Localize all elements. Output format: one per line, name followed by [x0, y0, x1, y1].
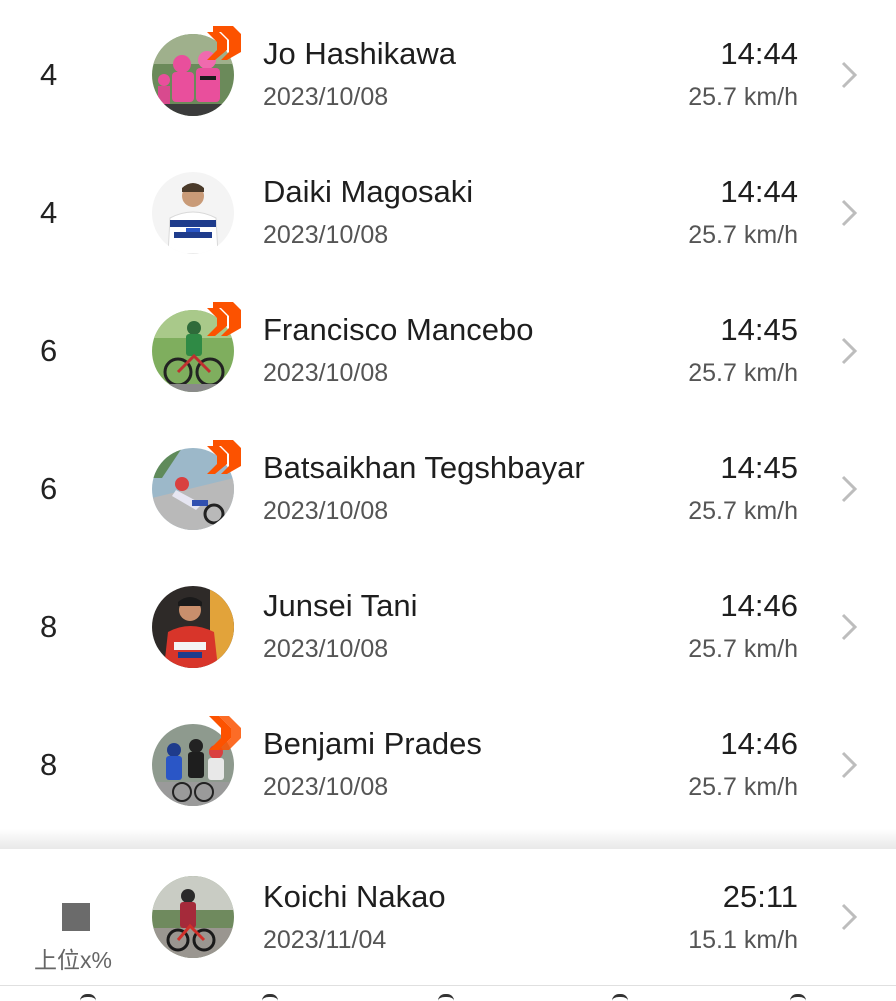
athlete-name: Francisco Mancebo: [263, 312, 534, 347]
effort-time: 14:44: [720, 36, 798, 71]
effort-date: 2023/10/08: [263, 773, 389, 801]
effort-date: 2023/10/08: [263, 221, 389, 249]
effort-date: 2023/10/08: [263, 83, 389, 111]
leaderboard-row[interactable]: 4 Daiki Magosaki 2023/10/08 14:44 25.7 k…: [0, 144, 896, 282]
leaderboard-row[interactable]: 8 Junsei Tani 2023/10/08 14:46 25.7 km/h: [0, 558, 896, 696]
effort-time: 14:45: [720, 312, 798, 347]
athlete-name: Benjami Prades: [263, 726, 482, 761]
effort-speed: 25.7 km/h: [688, 83, 798, 111]
effort-date: 2023/10/08: [263, 497, 389, 525]
chevron-right-icon: [838, 612, 860, 642]
rank-number: 6: [40, 471, 58, 506]
athlete-name: Jo Hashikawa: [263, 36, 456, 71]
bottom-tab-bar: [0, 985, 896, 1000]
athlete-avatar[interactable]: [152, 172, 234, 254]
rank-percentile-label: 上位x%: [34, 947, 112, 973]
effort-time: 14:44: [720, 174, 798, 209]
rank-placeholder-icon: [62, 903, 90, 931]
subscriber-badge-icon: [207, 26, 241, 60]
chevron-right-icon: [838, 902, 860, 932]
leaderboard-row[interactable]: 4 Jo Hashikawa 2023/10/08 14:44 25.7 km/…: [0, 6, 896, 144]
subscriber-badge-icon: [207, 440, 241, 474]
effort-speed: 25.7 km/h: [688, 497, 798, 525]
chevron-right-icon: [838, 60, 860, 90]
leaderboard-row[interactable]: 6 Batsaikhan Tegshbayar 2023/10/08 14:45…: [0, 420, 896, 558]
rank-number: 4: [40, 195, 58, 230]
effort-time: 14:45: [720, 450, 798, 485]
effort-date: 2023/11/04: [263, 926, 387, 954]
chevron-right-icon: [838, 336, 860, 366]
athlete-name: Koichi Nakao: [263, 879, 446, 914]
effort-time: 14:46: [720, 726, 798, 761]
current-user-avatar[interactable]: [152, 876, 234, 958]
rank-number: 4: [40, 57, 58, 92]
leaderboard-row[interactable]: 8 Benjami Prades 2023/10/08 14:46 25.7 k…: [0, 696, 896, 834]
rank-number: 8: [40, 609, 58, 644]
subscriber-badge-double-icon: [207, 716, 241, 750]
effort-time: 25:11: [722, 879, 798, 914]
effort-speed: 15.1 km/h: [688, 926, 798, 954]
chevron-right-icon: [838, 198, 860, 228]
effort-speed: 25.7 km/h: [688, 773, 798, 801]
chevron-right-icon: [838, 474, 860, 504]
effort-time: 14:46: [720, 588, 798, 623]
athlete-name: Junsei Tani: [263, 588, 418, 623]
effort-speed: 25.7 km/h: [688, 359, 798, 387]
chevron-right-icon: [838, 750, 860, 780]
athlete-name: Batsaikhan Tegshbayar: [263, 450, 585, 485]
leaderboard-row[interactable]: 6 Francisco Mancebo 2023/10/08 14:45 25.…: [0, 282, 896, 420]
athlete-name: Daiki Magosaki: [263, 174, 474, 209]
effort-speed: 25.7 km/h: [688, 635, 798, 663]
effort-speed: 25.7 km/h: [688, 221, 798, 249]
rank-number: 6: [40, 333, 58, 368]
effort-date: 2023/10/08: [263, 635, 389, 663]
athlete-avatar[interactable]: [152, 586, 234, 668]
rank-number: 8: [40, 747, 58, 782]
subscriber-badge-icon: [207, 302, 241, 336]
section-divider: [0, 829, 896, 849]
current-user-row[interactable]: 上位x% Koichi Nakao 2023/11/04 25:11 15.1 …: [0, 849, 896, 985]
effort-date: 2023/10/08: [263, 359, 389, 387]
